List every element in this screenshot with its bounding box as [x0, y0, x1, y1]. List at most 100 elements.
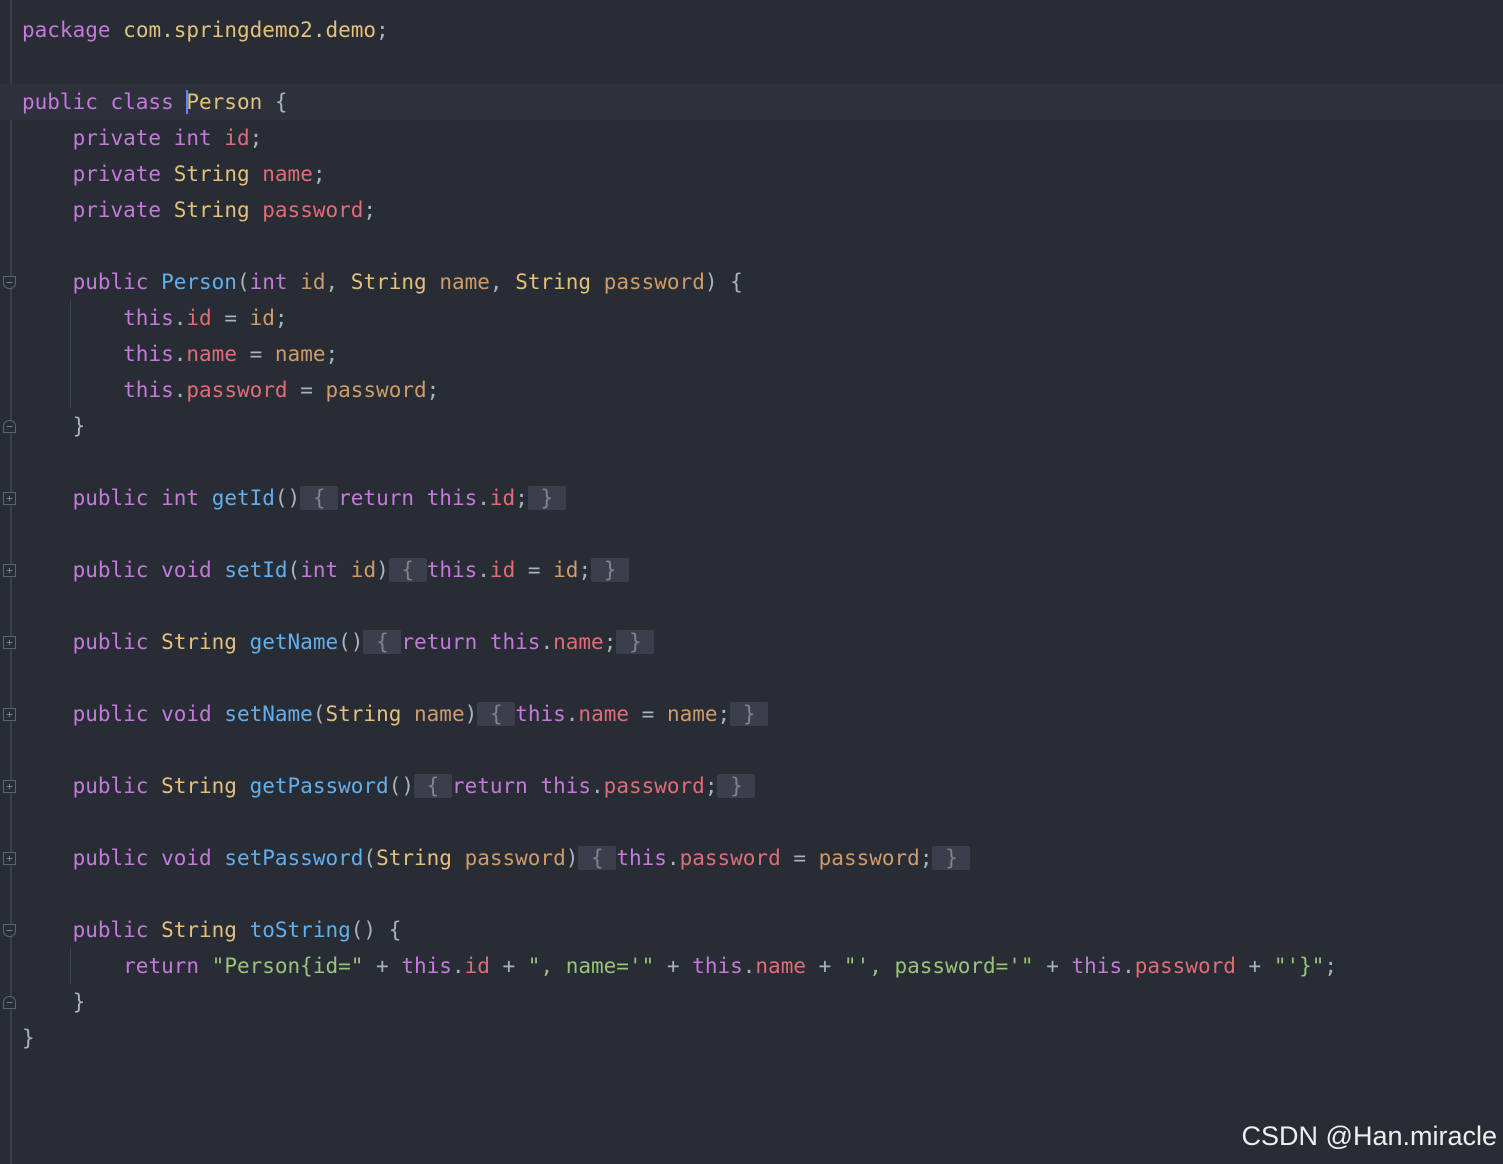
code-line-setter-setpassword[interactable]: public void setPassword(String password)…: [22, 840, 1503, 876]
keyword: return: [338, 486, 414, 510]
fold-open-icon[interactable]: −: [3, 276, 16, 289]
folded-brace[interactable]: }: [932, 846, 971, 870]
code-line-empty[interactable]: [22, 48, 1503, 84]
keyword: this: [426, 558, 478, 582]
editor-gutter[interactable]: − − + + + + + + − −: [0, 0, 22, 1164]
field-name: name: [578, 702, 629, 726]
keyword: return: [401, 630, 478, 654]
type: void: [161, 846, 212, 870]
code-line-tostring[interactable]: public String toString() {: [22, 912, 1503, 948]
code-line-class-close[interactable]: }: [22, 1020, 1503, 1056]
keyword: this: [426, 486, 478, 510]
package-name: com.springdemo2.demo: [123, 18, 377, 42]
field-name: name: [553, 630, 604, 654]
code-line-class-declaration[interactable]: public class Person {: [0, 84, 1503, 120]
fold-collapsed-icon[interactable]: +: [3, 852, 16, 865]
folded-brace[interactable]: {: [413, 774, 452, 798]
code-line-empty[interactable]: [22, 444, 1503, 480]
folded-brace[interactable]: }: [527, 486, 566, 510]
method-name: getPassword: [249, 774, 389, 798]
type: int: [173, 126, 212, 150]
code-line-empty[interactable]: [22, 588, 1503, 624]
code-line-getter-getid[interactable]: public int getId() { return this.id; }: [22, 480, 1503, 516]
class-name: Person: [186, 90, 263, 114]
code-line-close-brace[interactable]: }: [22, 408, 1503, 444]
parameter: id: [300, 270, 326, 294]
keyword: this: [489, 630, 541, 654]
code-line-assignment[interactable]: this.password = password;: [22, 372, 1503, 408]
code-line-setter-setid[interactable]: public void setId(int id) { this.id = id…: [22, 552, 1503, 588]
code-line-empty[interactable]: [22, 876, 1503, 912]
field-name: id: [489, 558, 516, 582]
code-line-getter-getname[interactable]: public String getName() { return this.na…: [22, 624, 1503, 660]
indent-guide: [70, 372, 71, 408]
code-line-getter-getpassword[interactable]: public String getPassword() { return thi…: [22, 768, 1503, 804]
field-name: password: [186, 378, 288, 402]
fold-collapsed-icon[interactable]: +: [3, 708, 16, 721]
keyword: public: [72, 774, 149, 798]
code-line-close-brace[interactable]: }: [22, 984, 1503, 1020]
keyword: public: [72, 846, 149, 870]
indent-guide: [70, 948, 71, 984]
folded-brace[interactable]: {: [300, 486, 339, 510]
parameter: password: [464, 846, 566, 870]
folded-brace[interactable]: {: [363, 630, 402, 654]
keyword: package: [22, 18, 111, 42]
keyword: this: [401, 954, 452, 978]
keyword: public: [72, 918, 149, 942]
keyword: this: [123, 378, 174, 402]
code-line-empty[interactable]: [22, 732, 1503, 768]
parameter: name: [414, 702, 465, 726]
code-line-field[interactable]: private String name;: [22, 156, 1503, 192]
folded-brace[interactable]: }: [730, 702, 769, 726]
folded-brace[interactable]: {: [388, 558, 427, 582]
folded-brace[interactable]: }: [717, 774, 756, 798]
watermark: CSDN @Han.miracle: [1241, 1121, 1497, 1151]
folded-brace[interactable]: }: [616, 630, 655, 654]
fold-close-icon[interactable]: −: [3, 996, 16, 1009]
code-line-empty[interactable]: [22, 804, 1503, 840]
field-name: id: [186, 306, 212, 330]
parameter: password: [325, 378, 427, 402]
field-name: password: [679, 846, 781, 870]
parameter: id: [350, 558, 377, 582]
code-line-empty[interactable]: [22, 660, 1503, 696]
folded-brace[interactable]: {: [477, 702, 516, 726]
fold-collapsed-icon[interactable]: +: [3, 636, 16, 649]
type: String: [161, 918, 237, 942]
folded-brace[interactable]: }: [591, 558, 630, 582]
code-line-empty[interactable]: [22, 516, 1503, 552]
fold-open-icon[interactable]: −: [3, 924, 16, 937]
fold-close-icon[interactable]: −: [3, 420, 16, 433]
code-line-assignment[interactable]: this.name = name;: [22, 336, 1503, 372]
keyword: return: [123, 954, 200, 978]
field-name: password: [1134, 954, 1236, 978]
string-literal: "'}": [1273, 954, 1325, 978]
semicolon: ;: [363, 198, 377, 222]
keyword: this: [515, 702, 566, 726]
fold-collapsed-icon[interactable]: +: [3, 492, 16, 505]
keyword: return: [451, 774, 528, 798]
keyword: this: [540, 774, 592, 798]
folded-brace[interactable]: {: [578, 846, 617, 870]
method-name: setPassword: [224, 846, 364, 870]
code-line-setter-setname[interactable]: public void setName(String name) { this.…: [22, 696, 1503, 732]
code-line-empty[interactable]: [22, 228, 1503, 264]
code-editor[interactable]: package com.springdemo2.demo; public cla…: [0, 12, 1503, 1056]
brace: {: [274, 90, 288, 114]
code-line-assignment[interactable]: this.id = id;: [22, 300, 1503, 336]
fold-collapsed-icon[interactable]: +: [3, 564, 16, 577]
string-literal: "Person{id=": [211, 954, 364, 978]
code-line-field[interactable]: private String password;: [22, 192, 1503, 228]
string-literal: ", name='": [527, 954, 655, 978]
code-line-package[interactable]: package com.springdemo2.demo;: [22, 12, 1503, 48]
type: String: [161, 630, 237, 654]
keyword: public: [72, 486, 149, 510]
code-line-constructor[interactable]: public Person(int id, String name, Strin…: [22, 264, 1503, 300]
fold-collapsed-icon[interactable]: +: [3, 780, 16, 793]
code-line-field[interactable]: private int id;: [22, 120, 1503, 156]
parameter: id: [249, 306, 275, 330]
type: String: [350, 270, 427, 294]
method-name: setName: [224, 702, 313, 726]
code-line-return[interactable]: return "Person{id=" + this.id + ", name=…: [22, 948, 1503, 984]
